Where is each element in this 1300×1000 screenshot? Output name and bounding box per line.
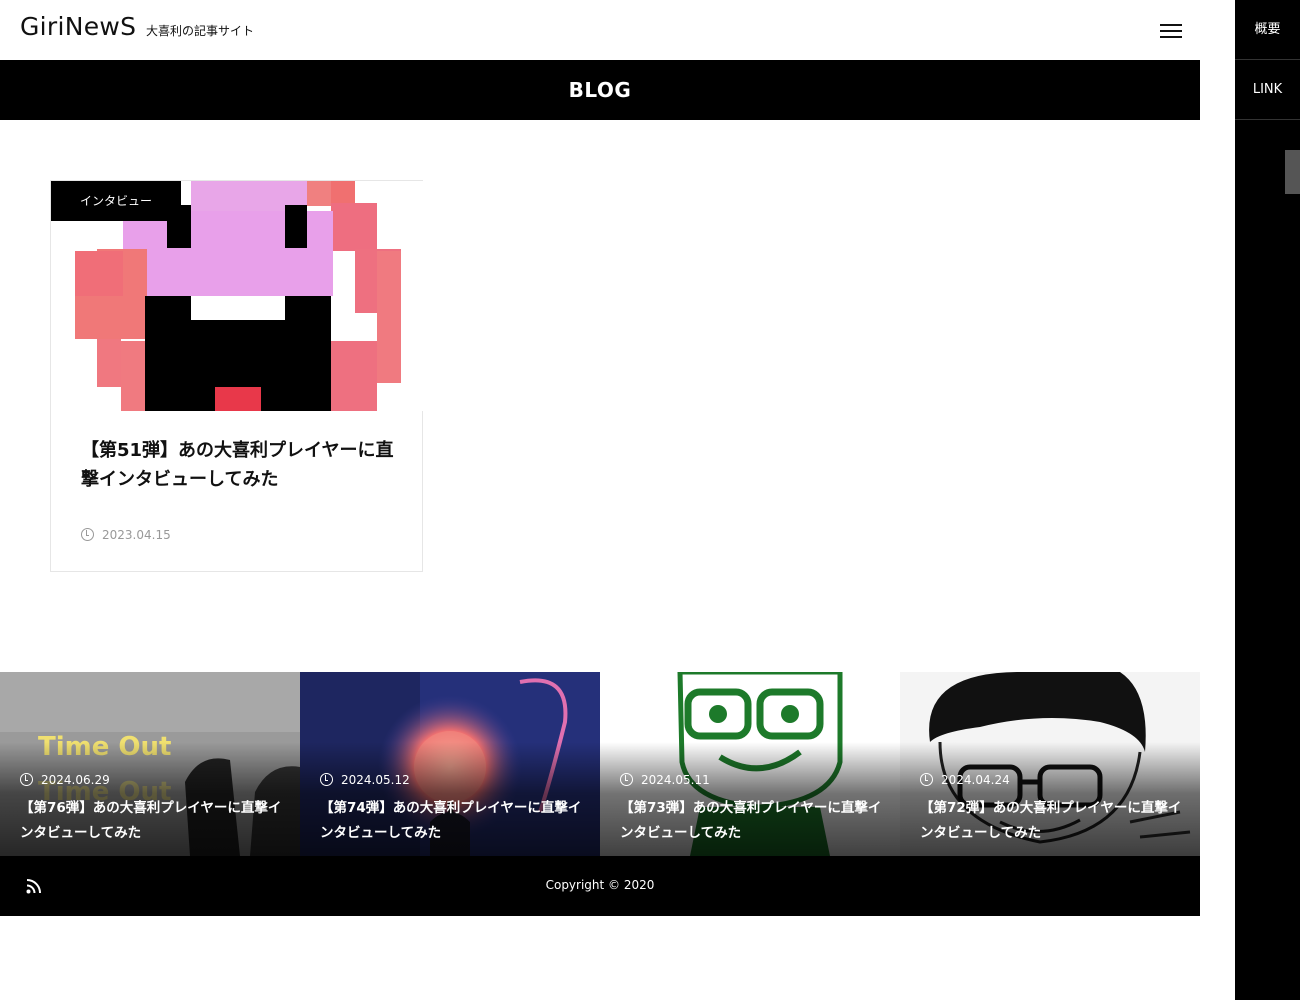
scrollbar-thumb[interactable]	[1285, 150, 1300, 194]
clock-icon	[920, 773, 933, 786]
recent-post-card[interactable]: Time Out Time Out 2024.06.29 【第76弾】あの大喜利…	[0, 672, 300, 856]
side-menu-item-overview[interactable]: 概要	[1235, 0, 1300, 60]
article-date: 2023.04.15	[81, 528, 171, 542]
page-title-bar: BLOG	[0, 60, 1200, 120]
recent-post-date: 2024.04.24	[920, 773, 1010, 787]
recent-post-card[interactable]: 2024.04.24 【第72弾】あの大喜利プレイヤーに直撃インタビューしてみた	[900, 672, 1200, 856]
copyright-text: Copyright © 2020	[545, 878, 655, 892]
clock-icon	[20, 773, 33, 786]
site-header: GiriNewS 大喜利の記事サイト	[0, 0, 1200, 60]
site-logo[interactable]: GiriNewS	[20, 12, 136, 41]
recent-post-title[interactable]: 【第74弾】あの大喜利プレイヤーに直撃インタビューしてみた	[320, 796, 590, 846]
recent-post-title[interactable]: 【第72弾】あの大喜利プレイヤーに直撃インタビューしてみた	[920, 796, 1190, 846]
recent-post-date: 2024.05.11	[620, 773, 710, 787]
recent-post-date: 2024.06.29	[20, 773, 110, 787]
recent-post-date: 2024.05.12	[320, 773, 410, 787]
recent-post-card[interactable]: 2024.05.12 【第74弾】あの大喜利プレイヤーに直撃インタビューしてみた	[300, 672, 600, 856]
clock-icon	[81, 528, 94, 541]
site-tagline: 大喜利の記事サイト	[146, 24, 255, 38]
site-footer: Copyright © 2020	[0, 856, 1200, 916]
recent-post-title[interactable]: 【第73弾】あの大喜利プレイヤーに直撃インタビューしてみた	[620, 796, 890, 846]
article-card[interactable]: インタビュー 【第51弾】あの大喜利プレイヤーに直撃インタビューしてみた 202…	[50, 180, 424, 572]
article-title[interactable]: 【第51弾】あの大喜利プレイヤーに直撃インタビューしてみた	[81, 436, 401, 494]
hamburger-icon[interactable]	[1158, 22, 1184, 40]
recent-posts: Time Out Time Out 2024.06.29 【第76弾】あの大喜利…	[0, 672, 1200, 856]
article-date-text: 2023.04.15	[102, 528, 171, 542]
article-category-badge[interactable]: インタビュー	[51, 181, 181, 221]
recent-post-title[interactable]: 【第76弾】あの大喜利プレイヤーに直撃インタビューしてみた	[20, 796, 290, 846]
side-menu: 概要 LINK	[1235, 0, 1300, 1000]
article-thumbnail[interactable]: インタビュー	[51, 181, 424, 411]
side-menu-item-link[interactable]: LINK	[1235, 60, 1300, 120]
recent-post-card[interactable]: 2024.05.11 【第73弾】あの大喜利プレイヤーに直撃インタビューしてみた	[600, 672, 900, 856]
clock-icon	[620, 773, 633, 786]
clock-icon	[320, 773, 333, 786]
page-title: BLOG	[568, 78, 632, 102]
